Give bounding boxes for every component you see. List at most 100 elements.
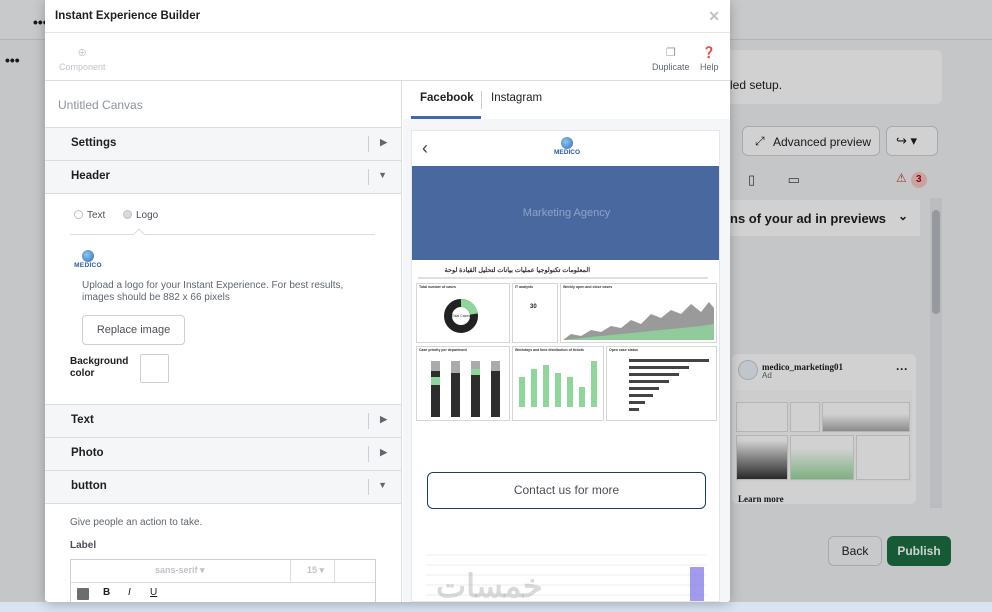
globe-icon [561, 137, 573, 149]
underline-button[interactable]: U [150, 587, 157, 598]
builder-toolbar: ⊕ Component ❐ Duplicate ❓ Help [45, 33, 730, 81]
divider [481, 91, 482, 109]
help-icon: ❓ [702, 47, 717, 59]
panel-title: Weekly open and close cases [563, 285, 613, 289]
donut-center-label: Total Cases [452, 314, 471, 318]
add-icon: ⊕ [77, 47, 87, 59]
modal-header: Instant Experience Builder ✕ [45, 0, 730, 33]
logo-text: MEDICO [74, 262, 102, 269]
divider [368, 413, 369, 429]
font-select[interactable]: sans-serif ▾ [155, 565, 205, 576]
help-label: Help [700, 62, 719, 72]
contact-button[interactable]: Contact us for more [427, 472, 706, 509]
globe-icon [82, 250, 94, 262]
radio-logo[interactable]: Logo [123, 210, 158, 221]
editor-format-row: B I U [71, 583, 375, 602]
panel-title: Open case status [609, 348, 638, 352]
close-icon[interactable]: ✕ [708, 8, 720, 25]
radio-circle[interactable] [74, 210, 83, 219]
instant-experience-modal: Instant Experience Builder ✕ ⊕ Component… [45, 0, 730, 602]
background-color-label: Background color [70, 356, 129, 379]
preview-panel: Facebook Instagram ‹ MEDICO Marketing Ag… [403, 81, 730, 602]
panel-title: IT analysts [515, 285, 534, 289]
divider [368, 479, 369, 495]
divider [368, 169, 369, 185]
section-photo-label: Photo [71, 447, 104, 459]
phone-preview: ‹ MEDICO Marketing Agency المعلومات تكنو… [411, 130, 720, 602]
help-button[interactable]: ❓ Help [700, 46, 719, 72]
panel-title: Case priority per department [419, 348, 467, 352]
tab-facebook[interactable]: Facebook [420, 92, 474, 104]
panel-title: Total number of cases [419, 285, 456, 289]
dashboard-image: المعلومات تكنولوجيا عمليات بيانات لتحليل… [416, 266, 718, 431]
section-settings[interactable]: Settings ▶ [45, 128, 401, 161]
section-settings-label: Settings [71, 137, 117, 149]
section-button[interactable]: button ▼ [45, 471, 401, 504]
panel-total-cases: Total number of cases Total Cases [416, 283, 510, 343]
section-header-label: Header [71, 170, 110, 182]
divider [334, 560, 335, 582]
section-text[interactable]: Text ▶ [45, 405, 401, 438]
italic-button[interactable]: I [128, 587, 131, 598]
stacked-bar-chart [431, 361, 500, 417]
panel-weekly: Weekly open and close cases [560, 283, 717, 343]
panel-open-status: Open case status [606, 346, 717, 421]
back-arrow-icon: ‹ [422, 138, 428, 158]
dashboard-title: المعلومات تكنولوجيا عمليات بيانات لتحليل… [444, 267, 590, 274]
donut-chart: Total Cases [444, 299, 478, 333]
section-header[interactable]: Header ▼ [45, 161, 401, 194]
bold-button[interactable]: B [103, 587, 110, 598]
settings-panel: Untitled Canvas Settings ▶ Header ▼ Text… [45, 81, 402, 602]
chevron-down-icon: ▼ [378, 480, 387, 490]
panel-it-analysts: IT analysts 30 [512, 283, 558, 343]
taskbar [0, 602, 992, 612]
divider [368, 136, 369, 152]
label-editor[interactable]: sans-serif ▾ 15 ▾ B I U [70, 559, 376, 602]
button-settings: Give people an action to take. Label san… [45, 504, 401, 602]
radio-text[interactable]: Text [74, 210, 105, 221]
duplicate-label: Duplicate [652, 62, 690, 72]
dashboard-subtitle-bar [418, 277, 708, 279]
chevron-down-icon: ▼ [378, 170, 387, 180]
watermark: خمسات [436, 568, 543, 602]
panel-title: Weekdays and time distribution of ticket… [515, 348, 584, 352]
font-value: sans-serif [155, 565, 198, 575]
section-photo[interactable]: Photo ▶ [45, 438, 401, 471]
replace-image-button[interactable]: Replace image [82, 315, 185, 345]
section-text-label: Text [71, 414, 94, 426]
carousel-next-icon[interactable] [690, 567, 704, 601]
background-color-swatch[interactable] [140, 354, 169, 383]
component-label: Component [59, 62, 106, 72]
button-description: Give people an action to take. [70, 517, 203, 528]
logo-text: MEDICO [554, 149, 580, 156]
label-heading: Label [70, 540, 97, 551]
text-color-swatch[interactable] [77, 588, 89, 600]
banner-image: Marketing Agency [412, 166, 719, 260]
font-size-value: 15 [307, 565, 318, 575]
canvas-name-input[interactable]: Untitled Canvas [45, 81, 401, 128]
upload-instructions: Upload a logo for your Instant Experienc… [82, 280, 344, 303]
chevron-right-icon: ▶ [380, 447, 387, 457]
duplicate-button[interactable]: ❐ Duplicate [652, 46, 690, 72]
column-chart [519, 361, 597, 407]
tab-instagram[interactable]: Instagram [491, 92, 542, 104]
bar-chart [629, 359, 709, 411]
panel-weekdays: Weekdays and time distribution of ticket… [512, 346, 604, 421]
font-size-select[interactable]: 15 ▾ [307, 565, 324, 576]
header-settings: Text Logo MEDICO Upload a logo for your … [45, 194, 401, 405]
chevron-right-icon: ▶ [380, 137, 387, 147]
component-button[interactable]: ⊕ Component [59, 46, 106, 72]
chevron-right-icon: ▶ [380, 414, 387, 424]
preview-tabs: Facebook Instagram [403, 81, 730, 119]
it-analysts-value: 30 [530, 304, 537, 310]
radio-logo-label: Logo [136, 210, 159, 221]
logo-thumbnail: MEDICO [72, 250, 104, 276]
radio-circle[interactable] [123, 210, 132, 219]
modal-title: Instant Experience Builder [55, 10, 201, 22]
header-logo: MEDICO [551, 137, 583, 163]
caret-indicator [133, 228, 145, 240]
section-button-label: button [71, 480, 107, 492]
area-chart [563, 302, 714, 340]
divider [70, 234, 375, 235]
active-tab-indicator [411, 116, 481, 119]
